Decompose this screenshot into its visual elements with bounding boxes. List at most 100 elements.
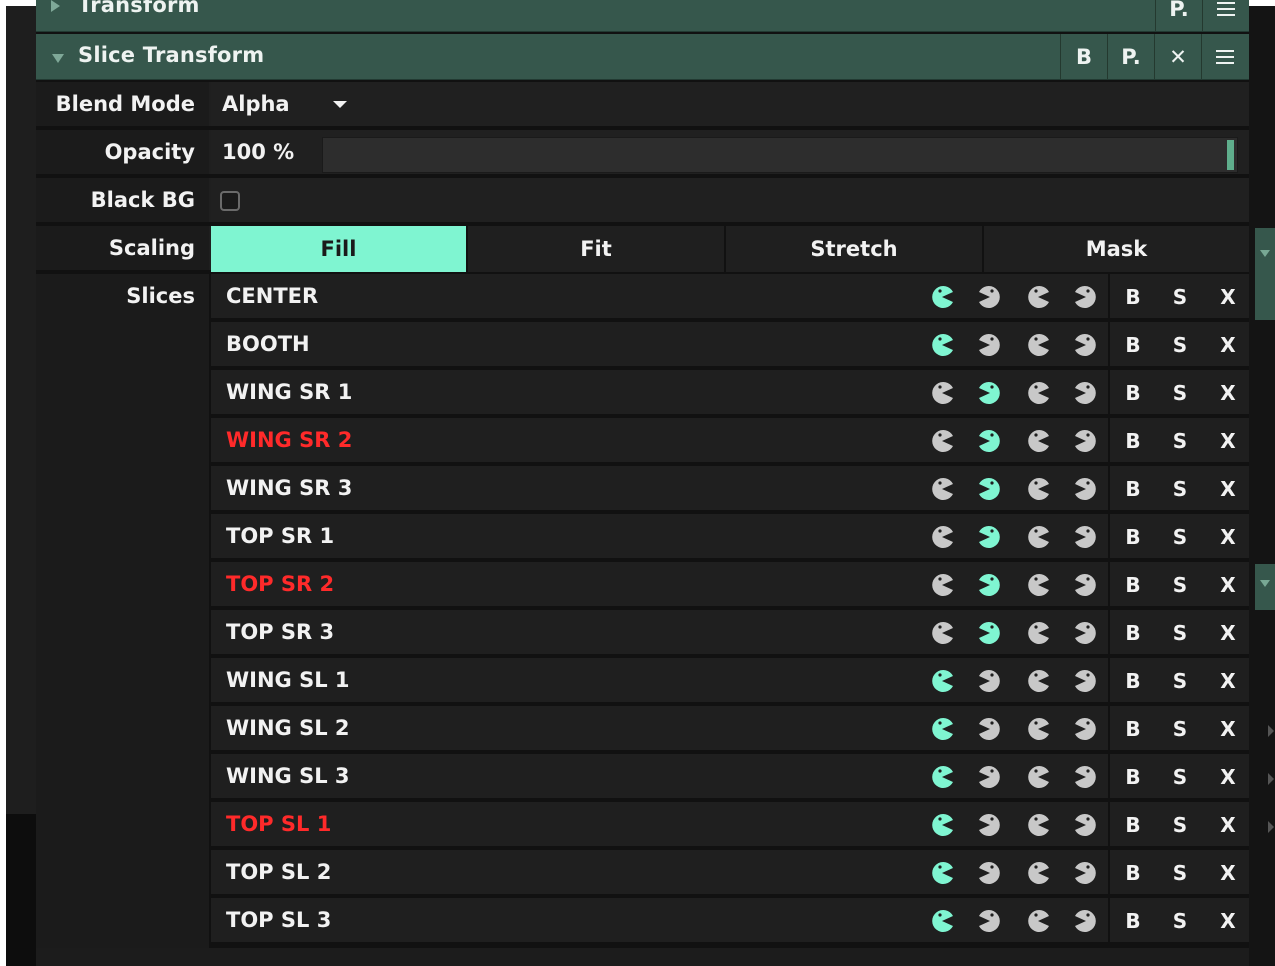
pacman-right-icon[interactable] (1014, 370, 1062, 416)
slice-solo-button[interactable]: S (1156, 754, 1204, 800)
slice-bypass-button[interactable]: B (1108, 610, 1156, 656)
slice-remove-button[interactable]: X (1204, 754, 1252, 800)
slice-bypass-button[interactable]: B (1108, 754, 1156, 800)
slice-bypass-button[interactable]: B (1108, 802, 1156, 848)
pacman-right-icon[interactable] (1014, 754, 1062, 800)
slice-remove-button[interactable]: X (1204, 898, 1252, 944)
slice-row[interactable]: BOOTH B S X (211, 322, 1249, 368)
pacman-right-icon[interactable] (1014, 466, 1062, 512)
opacity-slider-handle[interactable] (1227, 140, 1234, 170)
pacman-left-icon[interactable] (966, 850, 1014, 896)
pacman-right-icon[interactable] (1014, 322, 1062, 368)
slice-row[interactable]: WING SR 3 BSX (211, 466, 1249, 512)
pacman-right-icon[interactable] (918, 562, 966, 608)
slice-transform-header[interactable]: Slice Transform B P. ✕ (36, 34, 1249, 80)
slice-remove-button[interactable]: X (1204, 850, 1252, 896)
scroll-tab-upper[interactable] (1255, 228, 1275, 320)
slice-remove-button[interactable]: X (1204, 466, 1252, 512)
scaling-mask-button[interactable]: Mask (984, 226, 1249, 272)
slice-row[interactable]: WING SL 3 BSX (211, 754, 1249, 800)
pacman-left-icon[interactable] (1062, 514, 1110, 560)
slice-bypass-button[interactable]: B (1108, 898, 1156, 944)
slice-solo-button[interactable]: S (1156, 706, 1204, 752)
slice-solo-button[interactable]: S (1156, 562, 1204, 608)
slice-bypass-button[interactable]: B (1108, 514, 1156, 560)
slice-row[interactable]: TOP SL 2 BSX (211, 850, 1249, 896)
slice-remove-button[interactable]: X (1204, 562, 1252, 608)
transform-menu-button[interactable] (1202, 0, 1249, 31)
slice-solo-button[interactable]: S (1156, 898, 1204, 944)
menu-button[interactable] (1201, 34, 1248, 79)
slice-row[interactable]: TOP SR 2 BSX (211, 562, 1249, 608)
pacman-right-icon[interactable] (918, 658, 966, 704)
slice-row[interactable]: CENTER B S X (211, 274, 1249, 320)
pacman-right-icon[interactable] (1014, 274, 1062, 320)
pacman-left-icon[interactable] (966, 898, 1014, 944)
parameters-button[interactable]: P. (1107, 34, 1154, 79)
pacman-left-icon[interactable] (1062, 610, 1110, 656)
pacman-right-icon[interactable] (1014, 418, 1062, 464)
slice-row[interactable]: WING SR 1 BSX (211, 370, 1249, 416)
slice-bypass-button[interactable]: B (1108, 658, 1156, 704)
pacman-left-icon[interactable] (966, 514, 1014, 560)
slice-solo-button[interactable]: S (1156, 850, 1204, 896)
pacman-left-icon[interactable] (1062, 706, 1110, 752)
slice-row[interactable]: WING SR 2 BSX (211, 418, 1249, 464)
pacman-right-icon[interactable] (918, 322, 966, 368)
transform-header[interactable]: Transform P. (36, 0, 1249, 32)
opacity-slider[interactable] (322, 137, 1238, 173)
pacman-right-icon[interactable] (1014, 514, 1062, 560)
chevron-right-icon[interactable] (1268, 725, 1274, 737)
slice-solo-button[interactable]: S (1156, 802, 1204, 848)
slice-remove-button[interactable]: X (1204, 802, 1252, 848)
pacman-left-icon[interactable] (966, 706, 1014, 752)
slice-row[interactable]: WING SL 1 BSX (211, 658, 1249, 704)
blend-mode-dropdown[interactable]: Alpha (211, 82, 1249, 126)
chevron-right-icon[interactable] (1268, 773, 1274, 785)
pacman-left-icon[interactable] (1062, 754, 1110, 800)
pacman-left-icon[interactable] (1062, 322, 1110, 368)
slice-solo-button[interactable]: S (1156, 418, 1204, 464)
slice-bypass-button[interactable]: B (1108, 850, 1156, 896)
slice-bypass-button[interactable]: B (1108, 706, 1156, 752)
slice-remove-button[interactable]: X (1204, 370, 1252, 416)
pacman-left-icon[interactable] (1062, 898, 1110, 944)
scaling-fit-button[interactable]: Fit (468, 226, 726, 272)
pacman-left-icon[interactable] (966, 562, 1014, 608)
slice-row[interactable]: TOP SL 1 BSX (211, 802, 1249, 848)
slice-remove-button[interactable]: X (1204, 514, 1252, 560)
slice-bypass-button[interactable]: B (1108, 274, 1156, 320)
slice-row[interactable]: WING SL 2 BSX (211, 706, 1249, 752)
slice-solo-button[interactable]: S (1156, 322, 1204, 368)
slice-bypass-button[interactable]: B (1108, 466, 1156, 512)
pacman-right-icon[interactable] (918, 898, 966, 944)
scaling-stretch-button[interactable]: Stretch (726, 226, 984, 272)
pacman-right-icon[interactable] (1014, 898, 1062, 944)
opacity-value[interactable]: 100 % (222, 130, 294, 174)
close-button[interactable]: ✕ (1154, 34, 1201, 79)
transform-p-button[interactable]: P. (1155, 0, 1202, 31)
expand-arrow-icon[interactable] (51, 0, 60, 12)
pacman-right-icon[interactable] (1014, 850, 1062, 896)
scroll-tab-lower[interactable] (1255, 564, 1275, 610)
pacman-left-icon[interactable] (966, 658, 1014, 704)
chevron-right-icon[interactable] (1268, 821, 1274, 833)
slice-remove-button[interactable]: X (1204, 706, 1252, 752)
bypass-button[interactable]: B (1060, 34, 1107, 79)
pacman-left-icon[interactable] (966, 322, 1014, 368)
pacman-left-icon[interactable] (966, 754, 1014, 800)
slice-solo-button[interactable]: S (1156, 658, 1204, 704)
slice-remove-button[interactable]: X (1204, 658, 1252, 704)
slice-solo-button[interactable]: S (1156, 370, 1204, 416)
pacman-left-icon[interactable] (966, 274, 1014, 320)
pacman-left-icon[interactable] (1062, 658, 1110, 704)
slice-bypass-button[interactable]: B (1108, 370, 1156, 416)
pacman-left-icon[interactable] (966, 610, 1014, 656)
pacman-right-icon[interactable] (918, 754, 966, 800)
pacman-right-icon[interactable] (1014, 658, 1062, 704)
slice-bypass-button[interactable]: B (1108, 562, 1156, 608)
slice-row[interactable]: TOP SR 3 BSX (211, 610, 1249, 656)
pacman-right-icon[interactable] (918, 274, 966, 320)
slice-row[interactable]: TOP SL 3 BSX (211, 898, 1249, 944)
slice-remove-button[interactable]: X (1204, 418, 1252, 464)
